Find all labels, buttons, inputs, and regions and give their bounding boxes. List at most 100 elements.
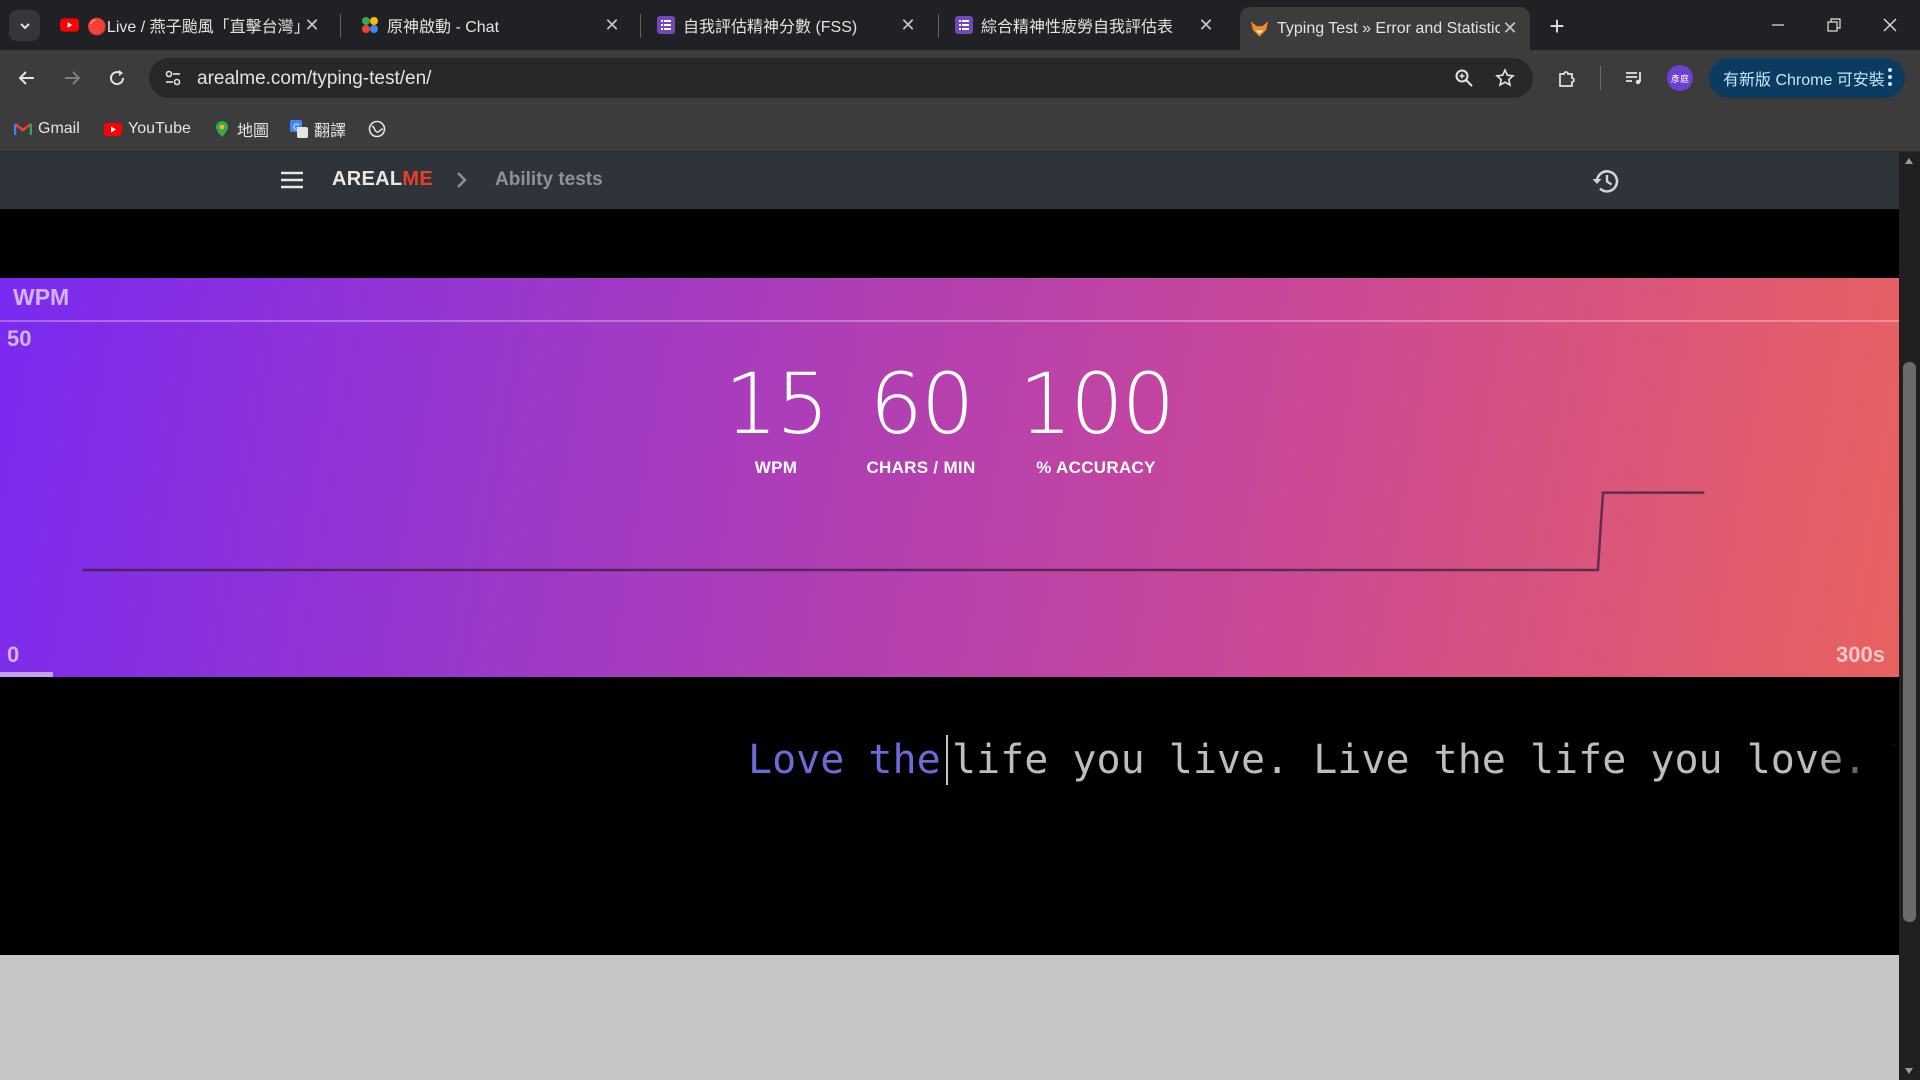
cpm-stat: 60 CHARS / MIN [856,362,986,478]
minimize-icon [1772,24,1784,26]
translate-icon: G [290,120,308,138]
tab-separator [938,14,939,38]
bookmark-label: Gmail [38,120,80,137]
tab-title: 原神啟動 - Chat [387,19,500,36]
brand-accent: ME [402,168,433,190]
chevron-down-icon [19,22,30,29]
youtube-icon [60,16,79,35]
address-bar[interactable]: arealme.com/typing-test/en/ [149,58,1533,98]
profile-avatar[interactable]: 彥庭 [1667,65,1693,91]
more-vert-icon [1887,67,1893,92]
wpm-series-line [82,491,1705,572]
url-text[interactable]: arealme.com/typing-test/en/ [197,68,431,90]
x-axis-end-label: 300s [1836,642,1885,667]
tab-search-button[interactable] [9,10,40,41]
toolbar-divider [1600,66,1601,90]
scroll-down-arrow[interactable] [1905,1068,1913,1074]
bookmark-label: 翻譯 [314,123,347,140]
bookmark-label: 地圖 [237,123,270,140]
chart-label: WPM [13,284,70,310]
tab-fatigue[interactable]: 綜合精神性疲勞自我評估表 ✕ [944,8,1226,42]
breadcrumb-ability-tests[interactable]: Ability tests [495,169,603,191]
restore-button[interactable] [1806,0,1862,50]
chat-app-icon [360,16,379,35]
restore-icon [1827,18,1841,32]
reload-icon [110,70,125,86]
forms-icon [656,16,675,35]
new-tab-button[interactable]: + [1543,11,1571,41]
tab-title: 🔴Live / 燕子颱風「直擊台灣」 [87,19,302,36]
page-scrollbar[interactable] [1899,152,1920,1080]
arrow-right-icon [65,71,81,85]
forward-button[interactable] [56,62,88,94]
wpm-stat: 15 WPM [718,362,834,478]
back-button[interactable] [11,62,43,94]
youtube-icon [104,120,122,138]
forms-icon [954,16,973,35]
close-icon[interactable]: ✕ [1196,15,1216,35]
close-window-button[interactable] [1862,0,1918,50]
chevron-right-icon [451,169,471,191]
reload-button[interactable] [101,62,133,94]
bookmark-maps[interactable]: 地圖 [213,116,269,142]
tab-strip: 🔴Live / 燕子颱風「直擊台灣」 ✕ 原神啟動 - Chat ✕ 自我評估精… [0,0,1920,50]
accuracy-label: % ACCURACY [1036,458,1156,477]
tab-title: Typing Test » Error and Statistic [1277,19,1500,37]
close-icon [1883,18,1897,32]
scroll-up-arrow[interactable] [1905,158,1913,164]
menu-icon[interactable] [280,169,304,191]
stats-panel: WPM 50 0 300s 15 WPM 60 CHARS / MIN 100 … [0,278,1899,677]
page-content: AREALME Ability tests WPM 50 0 300s 15 W… [0,152,1899,1080]
bookmark-label: YouTube [128,120,191,137]
text-fade [1819,727,1899,807]
bookmarks-bar: Gmail YouTube 地圖 G 翻譯 [0,106,1920,152]
wpm-label: WPM [754,458,798,477]
extensions-button[interactable] [1551,62,1583,94]
tab-chat[interactable]: 原神啟動 - Chat ✕ [350,8,632,42]
bookmark-gmail[interactable]: Gmail [14,116,80,142]
close-icon[interactable]: ✕ [602,15,622,35]
text-cursor [946,735,948,785]
close-icon[interactable]: ✕ [302,15,322,35]
site-info-icon[interactable] [161,66,185,90]
accuracy-stat: 100 % ACCURACY [1016,362,1176,478]
remaining-text: life you live. Live the life you love. T… [952,737,1899,783]
tab-separator [640,14,641,38]
cpm-value: 60 [869,355,975,453]
gmail-icon [14,120,32,138]
bookmark-translate[interactable]: G 翻譯 [290,116,346,142]
site-header: AREALME Ability tests [0,152,1899,209]
site-logo[interactable]: AREALME [332,168,433,191]
bookmark-globe[interactable] [368,116,392,142]
panel-divider [0,320,1899,322]
bookmark-star-icon[interactable] [1493,66,1517,90]
minimize-button[interactable] [1750,0,1806,50]
zoom-icon[interactable] [1452,66,1476,90]
media-controls-button[interactable] [1618,62,1650,94]
history-icon[interactable] [1590,166,1620,196]
accuracy-value: 100 [1018,355,1175,453]
maps-icon [213,120,231,138]
playlist-icon [1626,72,1641,85]
y-axis-max-label: 50 [7,326,32,351]
globe-icon [368,120,386,138]
typed-text: Love the [748,737,965,783]
puzzle-icon [1559,71,1575,87]
tab-youtube-live[interactable]: 🔴Live / 燕子颱風「直擊台灣」 ✕ [50,8,332,42]
close-icon[interactable]: ✕ [898,15,918,35]
chrome-update-button[interactable]: 有新版 Chrome 可安裝 [1709,58,1905,98]
tab-fss[interactable]: 自我評估精神分數 (FSS) ✕ [646,8,928,42]
arrow-left-icon [18,71,34,85]
close-icon[interactable]: ✕ [1500,18,1520,39]
bookmark-youtube[interactable]: YouTube [104,116,191,142]
y-axis-min-label: 0 [7,642,20,667]
tab-separator [340,14,341,38]
tab-title: 綜合精神性疲勞自我評估表 [981,19,1174,36]
footer-area [0,955,1899,1080]
tab-typing-test[interactable]: Typing Test » Error and Statistic ✕ [1240,7,1530,50]
scroll-thumb[interactable] [1903,362,1916,922]
update-label: 有新版 Chrome 可安裝 [1723,72,1885,89]
fox-icon [1250,19,1269,38]
browser-toolbar: arealme.com/typing-test/en/ 彥庭 有新版 Chrom… [0,50,1920,106]
typing-area[interactable]: Love the life you live. Live the life yo… [0,727,1899,807]
